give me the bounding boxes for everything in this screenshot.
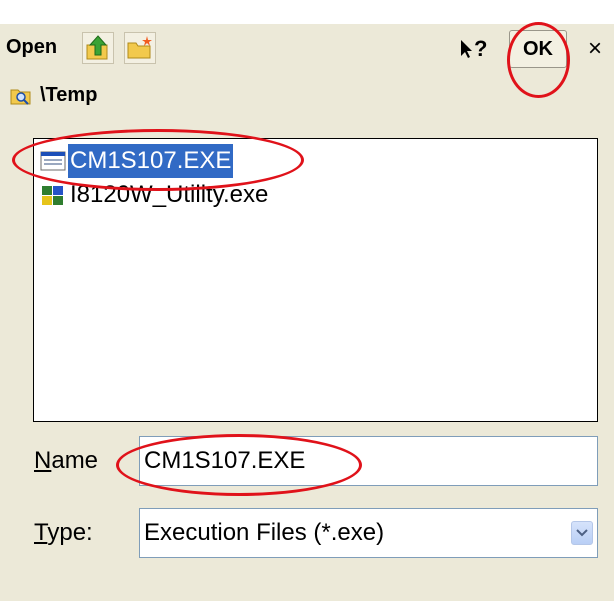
chevron-down-icon (576, 529, 588, 537)
ok-button[interactable]: OK (509, 30, 567, 68)
pointer-icon (461, 40, 472, 58)
open-dialog: Open ? OK × \Temp CM1S107.EXE I8120W_Uti… (0, 0, 614, 601)
help-label: ? (474, 36, 488, 61)
name-label-accelerator: N (34, 447, 52, 474)
type-label-accelerator: T (34, 519, 48, 546)
title-bar: Open ? OK × (0, 24, 614, 74)
app-puzzle-icon (42, 186, 63, 205)
exe-window-icon (40, 151, 66, 171)
type-select[interactable]: Execution Files (*.exe) (139, 508, 598, 558)
help-button[interactable]: ? (458, 34, 498, 64)
close-button[interactable]: × (580, 34, 610, 64)
dialog-title: Open (6, 36, 58, 58)
type-label: Type: (34, 519, 93, 547)
file-name: CM1S107.EXE (68, 144, 234, 178)
type-value: Execution Files (*.exe) (144, 519, 385, 546)
name-input[interactable]: CM1S107.EXE (139, 436, 598, 486)
name-label-rest: ame (51, 447, 99, 474)
file-name: I8120W_Utility.exe (70, 181, 269, 208)
folder-up-icon[interactable] (82, 32, 114, 64)
file-list[interactable]: CM1S107.EXE I8120W_Utility.exe (33, 138, 598, 422)
path-text: \Temp (40, 84, 98, 106)
top-strip (0, 0, 614, 24)
folder-search-icon (10, 89, 31, 105)
type-label-rest: ype: (47, 519, 93, 546)
new-folder-icon[interactable] (124, 32, 156, 64)
name-label: Name (34, 447, 98, 475)
dropdown-button[interactable] (571, 521, 593, 545)
